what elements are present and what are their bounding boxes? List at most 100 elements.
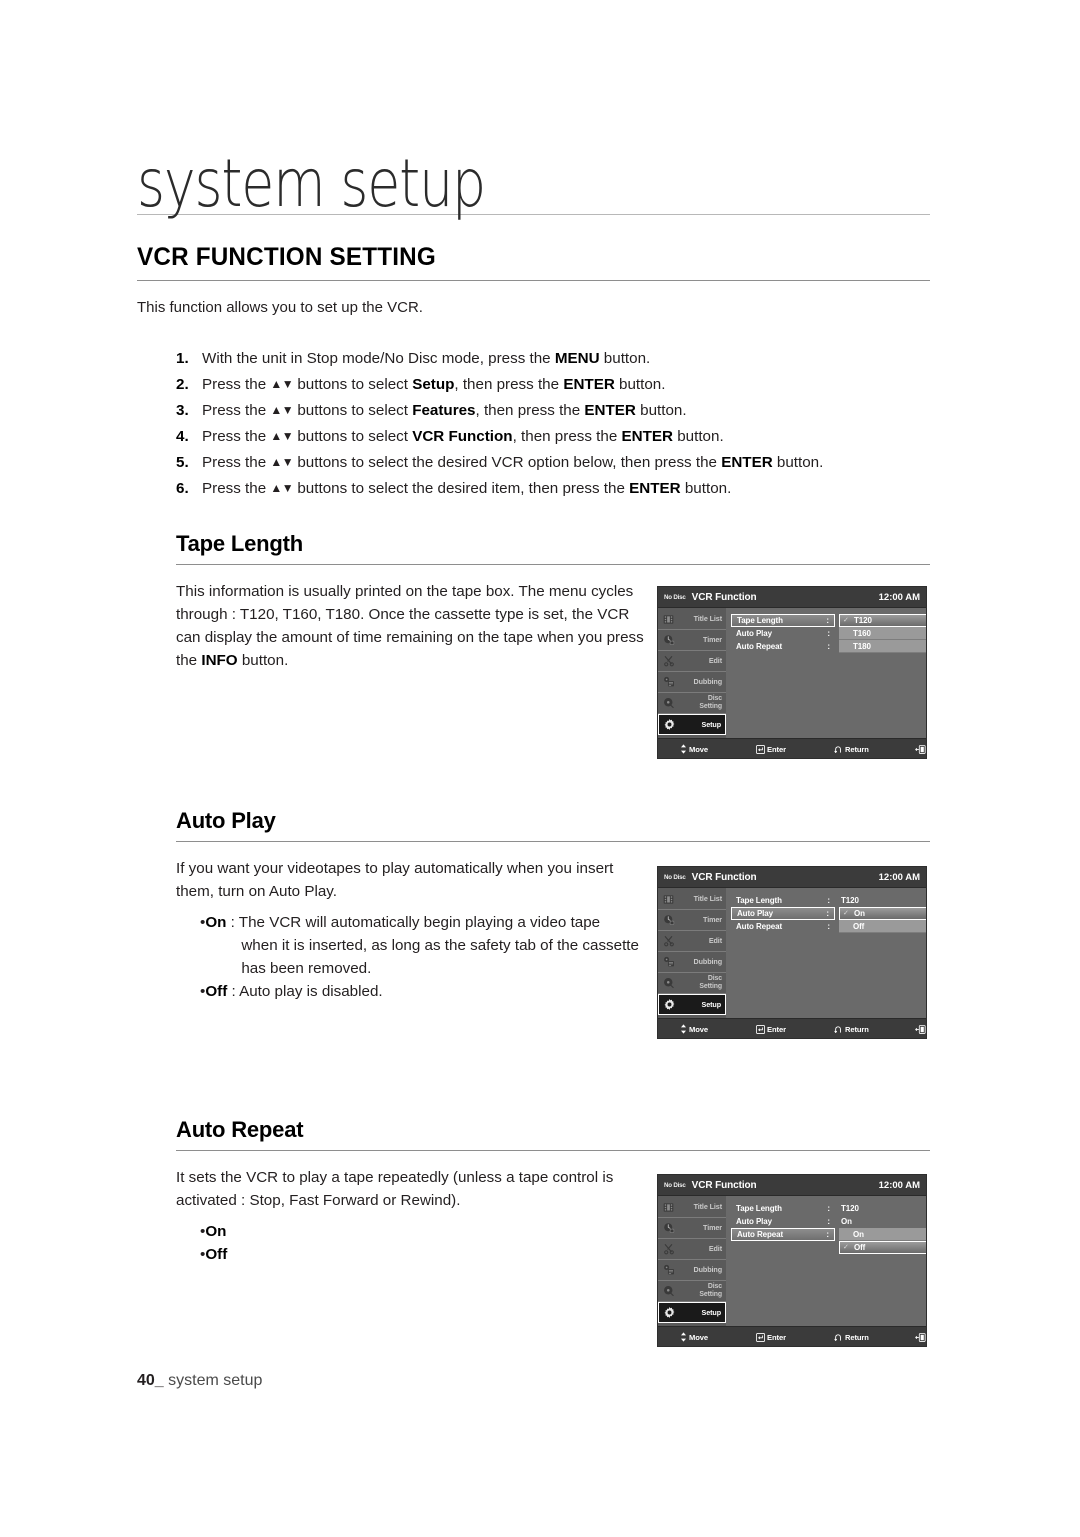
step-bold-enter: ENTER bbox=[721, 454, 773, 471]
manual-page: system setup VCR FUNCTION SETTING This f… bbox=[0, 0, 1080, 1537]
bullet-dot-icon: • bbox=[200, 983, 206, 1000]
osd-sidebar-item-dubbing[interactable]: Dubbing bbox=[658, 952, 726, 973]
step-text-mid2: , then press the bbox=[475, 402, 585, 419]
osd-sidebar-item-edit[interactable]: Edit bbox=[658, 931, 726, 952]
osd-nav-exit[interactable]: Exit bbox=[915, 1024, 926, 1034]
step-number: 6. bbox=[176, 480, 189, 497]
osd-dropdown-option[interactable]: ✓ On bbox=[839, 907, 926, 920]
chapter-header: system setup bbox=[137, 151, 930, 224]
disc-icon bbox=[661, 697, 676, 709]
osd-menu-row-label: Tape Length bbox=[736, 896, 782, 905]
osd-sidebar-item-dubbing[interactable]: Dubbing bbox=[658, 1260, 726, 1281]
osd-sidebar: Title List Timer Edit Dubbing Disc Setting Set… bbox=[658, 888, 726, 1018]
osd-no-disc-badge: No Disc bbox=[664, 1181, 686, 1189]
osd-nav-enter[interactable]: Enter bbox=[756, 1025, 786, 1034]
osd-sidebar-item-title-list[interactable]: Title List bbox=[658, 1197, 726, 1218]
osd-dropdown-option-label: Off bbox=[854, 1243, 866, 1252]
step-text-pre: Press the bbox=[202, 402, 271, 419]
osd-dropdown[interactable]: ✓ T120 T160 T180 bbox=[839, 614, 926, 653]
osd-sidebar-item-disc-setting[interactable]: Disc Setting bbox=[658, 693, 726, 714]
step-text-mid: buttons to select bbox=[293, 402, 413, 419]
osd-menu-row[interactable]: Tape Length: T120 bbox=[731, 894, 926, 907]
osd-dropdown[interactable]: ✓ On Off bbox=[839, 907, 926, 933]
step-text: Press the ▲▼ buttons to select VCR Funct… bbox=[202, 424, 724, 450]
osd-dropdown[interactable]: On ✓ Off bbox=[839, 1228, 926, 1254]
osd-sidebar-item-label: Timer bbox=[703, 1223, 722, 1232]
osd-dropdown-option-label: T160 bbox=[853, 628, 871, 638]
osd-sidebar-item-setup[interactable]: Setup bbox=[658, 994, 726, 1015]
osd-sidebar-item-setup[interactable]: Setup bbox=[658, 714, 726, 735]
osd-menu-row-label: Auto Play bbox=[737, 909, 773, 918]
check-icon: ✓ bbox=[843, 1244, 849, 1251]
osd-menu-panel: Tape Length: T120 Auto Play: On Auto Repeat:… bbox=[726, 1196, 926, 1326]
osd-menu-panel: Tape Length: Auto Play: Auto Repeat: ✓ T120 T… bbox=[726, 608, 926, 738]
bullet-text: On : The VCR will automatically begin pl… bbox=[205, 911, 646, 980]
bullet-text: Off : Auto play is disabled. bbox=[205, 980, 382, 1003]
osd-dropdown-option[interactable]: ✓ T120 bbox=[839, 614, 926, 627]
up-down-arrows-icon bbox=[680, 1024, 687, 1034]
osd-nav-move[interactable]: Move bbox=[680, 1024, 708, 1034]
dubbing-icon bbox=[661, 1264, 676, 1276]
osd-sidebar-item-label: Edit bbox=[708, 656, 722, 665]
osd-nav-return[interactable]: Return bbox=[834, 745, 869, 754]
step-bold-enter: ENTER bbox=[629, 480, 681, 497]
osd-sidebar-item-edit[interactable]: Edit bbox=[658, 651, 726, 672]
osd-nav-return[interactable]: Return bbox=[834, 1333, 869, 1342]
step-text-mid: buttons to select bbox=[293, 428, 413, 445]
osd-nav-return[interactable]: Return bbox=[834, 1025, 869, 1034]
step-text-pre: Press the bbox=[202, 480, 271, 497]
osd-sidebar-item-title-list[interactable]: Title List bbox=[658, 889, 726, 910]
osd-sidebar-item-timer[interactable]: Timer bbox=[658, 630, 726, 651]
osd-sidebar-item-setup[interactable]: Setup bbox=[658, 1302, 726, 1323]
footer-label: system setup bbox=[168, 1372, 263, 1389]
return-arrow-icon bbox=[834, 1025, 843, 1034]
osd-sidebar-item-edit[interactable]: Edit bbox=[658, 1239, 726, 1260]
osd-dropdown-option[interactable]: ✓ Off bbox=[839, 1241, 926, 1254]
osd-menu-row-value: T120 bbox=[841, 1204, 859, 1213]
bullet-description: : The VCR will automatically begin playi… bbox=[226, 914, 601, 931]
osd-nav-exit[interactable]: Exit bbox=[915, 1332, 926, 1342]
osd-dropdown-option[interactable]: T160 bbox=[839, 627, 926, 640]
osd-sidebar-item-title-list[interactable]: Title List bbox=[658, 609, 726, 630]
osd-dropdown-option[interactable]: Off bbox=[839, 920, 926, 933]
osd-nav-move[interactable]: Move bbox=[680, 1332, 708, 1342]
osd-menu-row-box: Tape Length: bbox=[731, 614, 835, 627]
step-bold-enter: ENTER bbox=[584, 402, 636, 419]
subsection-paragraph: It sets the VCR to play a tape repeatedl… bbox=[176, 1169, 614, 1209]
osd-title-bar: No Disc VCR Function 12:00 AM bbox=[658, 587, 926, 608]
osd-nav-label: Return bbox=[844, 744, 869, 754]
osd-sidebar-item-timer[interactable]: Timer bbox=[658, 1218, 726, 1239]
osd-dropdown-option[interactable]: On bbox=[839, 1228, 926, 1241]
osd-menu-row[interactable]: Tape Length: T120 bbox=[731, 1202, 926, 1215]
dubbing-icon bbox=[661, 956, 676, 968]
bullet-description: : Auto play is disabled. bbox=[227, 983, 383, 1000]
osd-clock: 12:00 AM bbox=[878, 1179, 920, 1191]
return-arrow-icon bbox=[834, 1333, 843, 1342]
subsection-title: Tape Length bbox=[176, 531, 303, 556]
osd-sidebar-item-disc-setting[interactable]: Disc Setting bbox=[658, 1281, 726, 1302]
osd-sidebar-item-timer[interactable]: Timer bbox=[658, 910, 726, 931]
osd-dropdown-option[interactable]: T180 bbox=[839, 640, 926, 653]
osd-menu-row-box: Auto Repeat: bbox=[731, 640, 835, 653]
osd-nav-bar: Move Enter Return Exit bbox=[658, 738, 926, 758]
check-icon: ✓ bbox=[843, 910, 849, 917]
osd-nav-exit[interactable]: Exit bbox=[915, 744, 926, 754]
step-text-pre: Press the bbox=[202, 428, 271, 445]
osd-sidebar-item-dubbing[interactable]: Dubbing bbox=[658, 672, 726, 693]
step-bold-enter: ENTER bbox=[563, 376, 615, 393]
osd-sidebar-item-disc-setting[interactable]: Disc Setting bbox=[658, 973, 726, 994]
osd-nav-move[interactable]: Move bbox=[680, 744, 708, 754]
bullet-item: • Off bbox=[176, 1243, 646, 1266]
step-text-mid: buttons to select bbox=[293, 376, 413, 393]
subsection-paragraph: This information is usually printed on t… bbox=[176, 580, 646, 672]
osd-menu-row[interactable]: Auto Play: On bbox=[731, 1215, 926, 1228]
up-down-arrows-icon bbox=[680, 744, 687, 754]
up-down-arrows-icon: ▲▼ bbox=[270, 377, 294, 391]
scissors-icon bbox=[661, 935, 676, 947]
osd-nav-bar: Move Enter Return Exit bbox=[658, 1326, 926, 1346]
bullet-bold-term: On bbox=[205, 914, 227, 931]
bullet-bold-term: On bbox=[205, 1223, 227, 1240]
osd-nav-enter[interactable]: Enter bbox=[756, 1333, 786, 1342]
step-text: Press the ▲▼ buttons to select the desir… bbox=[202, 450, 823, 476]
osd-nav-enter[interactable]: Enter bbox=[756, 745, 786, 754]
